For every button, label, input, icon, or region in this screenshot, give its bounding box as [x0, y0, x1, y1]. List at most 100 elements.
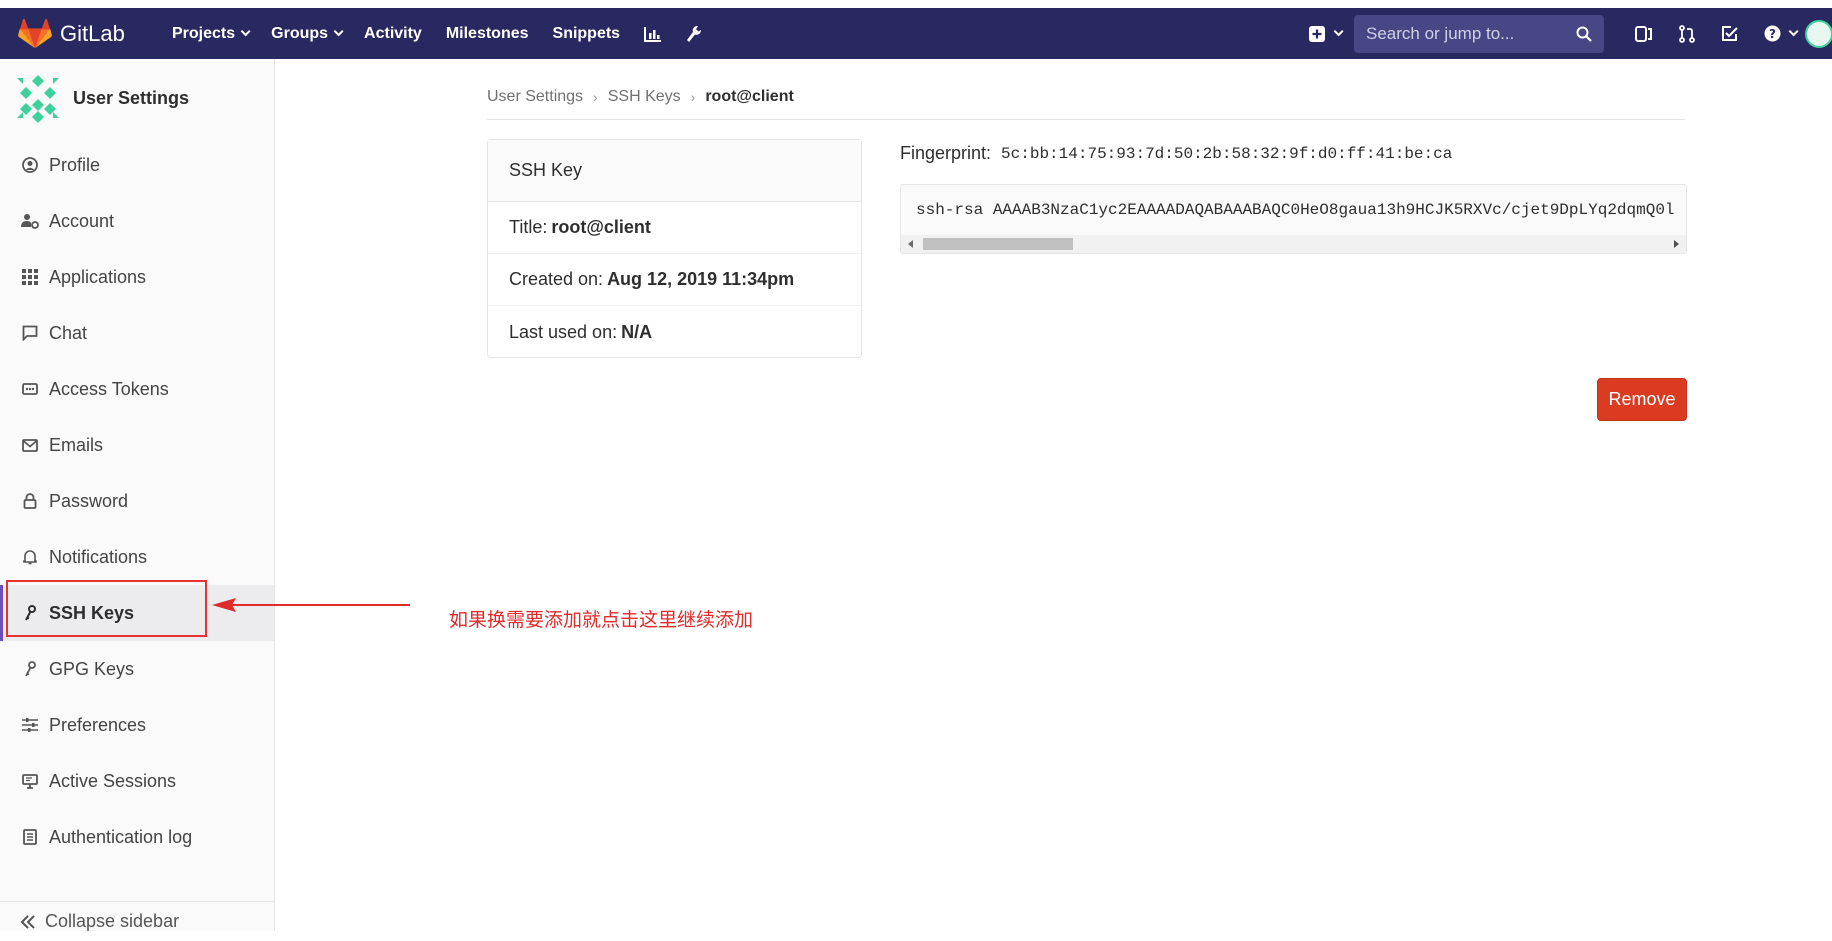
nav-activity-label: Activity	[364, 24, 422, 42]
breadcrumb-current[interactable]: root@client	[705, 88, 794, 106]
nav-groups-label: Groups	[271, 24, 329, 42]
user-avatar-icon	[13, 73, 63, 123]
window-top-strip	[0, 0, 1832, 8]
sidebar-title: User Settings	[73, 87, 190, 108]
collapse-sidebar-button[interactable]: Collapse sidebar	[0, 901, 275, 941]
sidebar-item-label: Emails	[49, 434, 104, 455]
sidebar-item-gpg-keys[interactable]: GPG Keys	[0, 641, 274, 697]
key-icon	[20, 603, 40, 623]
scrollbar-thumb[interactable]	[923, 238, 1073, 250]
key-title-value: root@client	[551, 217, 651, 237]
sidebar-item-preferences[interactable]: Preferences	[0, 697, 274, 753]
gitlab-brand[interactable]: GitLab	[0, 18, 150, 49]
key-last-used-row: Last used on: N/A	[488, 306, 861, 358]
plus-square-icon	[1309, 25, 1325, 42]
top-navbar: GitLab Projects Groups Activity Mileston…	[0, 8, 1832, 59]
wrench-icon[interactable]	[674, 8, 714, 59]
nav-activity[interactable]: Activity	[352, 8, 434, 59]
chevron-down-icon	[1788, 26, 1799, 37]
key-icon	[20, 659, 40, 679]
key-title-label: Title:	[509, 217, 548, 237]
sidebar-item-chat[interactable]: Chat	[0, 305, 274, 361]
key-title-row: Title: root@client	[488, 202, 861, 254]
sidebar-item-notifications[interactable]: Notifications	[0, 529, 274, 585]
ssh-key-text-box[interactable]: ssh-rsa AAAAB3NzaC1yc2EAAAADAQABAAABAQC0…	[900, 184, 1687, 254]
search-box[interactable]	[1354, 14, 1604, 53]
remove-button[interactable]: Remove	[1597, 378, 1687, 421]
merge-request-icon[interactable]	[1666, 8, 1708, 59]
sidebar-item-authentication-log[interactable]: Authentication log	[0, 809, 274, 865]
issues-icon[interactable]	[1622, 8, 1666, 59]
sidebar-item-label: Preferences	[49, 714, 147, 735]
key-last-used-value: N/A	[621, 321, 653, 342]
sliders-icon	[20, 715, 40, 735]
applications-icon	[20, 267, 40, 287]
nav-milestones-label: Milestones	[445, 24, 529, 42]
help-dropdown[interactable]: ?	[1751, 8, 1832, 59]
sidebar-item-label: Chat	[49, 322, 88, 343]
search-icon	[1576, 26, 1592, 42]
log-icon	[20, 827, 40, 847]
gitlab-logo-icon	[18, 18, 52, 48]
sidebar-item-label: Profile	[49, 154, 101, 175]
ssh-key-card: SSH Key Title: root@client Created on: A…	[487, 139, 862, 358]
help-icon: ?	[1764, 25, 1781, 42]
chevron-down-icon	[333, 26, 344, 37]
sidebar-item-account[interactable]: Account	[0, 193, 274, 249]
sidebar-item-label: Active Sessions	[49, 770, 177, 791]
avatar[interactable]	[1805, 19, 1832, 48]
sidebar-item-label: Access Tokens	[49, 378, 169, 399]
sidebar-item-access-tokens[interactable]: Access Tokens	[0, 361, 274, 417]
annotation-text: 如果换需要添加就点击这里继续添加	[449, 609, 754, 631]
svg-text:?: ?	[1769, 27, 1776, 41]
key-created-label: Created on:	[509, 269, 604, 289]
chat-icon	[20, 323, 40, 343]
chevron-down-icon	[240, 26, 251, 37]
sidebar-item-label: Notifications	[49, 546, 148, 567]
key-last-used-label: Last used on:	[509, 321, 618, 342]
nav-snippets-label: Snippets	[552, 24, 621, 42]
sidebar-item-applications[interactable]: Applications	[0, 249, 274, 305]
chevron-right-icon: ›	[593, 89, 598, 105]
fingerprint-label: Fingerprint:	[900, 143, 992, 163]
account-icon	[20, 211, 40, 231]
breadcrumb-ssh-keys[interactable]: SSH Keys	[608, 88, 681, 106]
sidebar-item-password[interactable]: Password	[0, 473, 274, 529]
brand-name: GitLab	[60, 20, 125, 46]
lock-icon	[20, 491, 40, 511]
bell-icon	[20, 547, 40, 567]
breadcrumb: User Settings › SSH Keys › root@client	[487, 75, 1685, 120]
nav-projects[interactable]: Projects	[160, 8, 259, 59]
chart-icon[interactable]	[632, 8, 674, 59]
card-title: SSH Key	[488, 140, 861, 202]
nav-groups[interactable]: Groups	[259, 8, 352, 59]
sidebar-item-profile[interactable]: Profile	[0, 137, 274, 193]
monitor-icon	[20, 771, 40, 791]
email-icon	[20, 435, 40, 455]
nav-snippets[interactable]: Snippets	[541, 8, 633, 59]
sidebar-item-active-sessions[interactable]: Active Sessions	[0, 753, 274, 809]
sidebar-header[interactable]: User Settings	[0, 59, 274, 137]
sidebar-item-emails[interactable]: Emails	[0, 417, 274, 473]
horizontal-scrollbar[interactable]	[901, 235, 1686, 253]
fingerprint-value: 5c:bb:14:75:93:7d:50:2b:58:32:9f:d0:ff:4…	[1001, 144, 1453, 163]
breadcrumb-user-settings[interactable]: User Settings	[487, 88, 583, 106]
nav-projects-label: Projects	[172, 24, 236, 42]
scroll-left-icon[interactable]	[908, 240, 913, 248]
todo-icon[interactable]	[1708, 8, 1751, 59]
nav-milestones[interactable]: Milestones	[434, 8, 541, 59]
key-created-value: Aug 12, 2019 11:34pm	[607, 269, 795, 289]
scroll-right-icon[interactable]	[1674, 240, 1679, 248]
sidebar-item-label: Account	[49, 210, 115, 231]
collapse-sidebar-label: Collapse sidebar	[45, 911, 180, 931]
profile-icon	[20, 155, 40, 175]
double-chevron-left-icon	[20, 914, 35, 929]
chevron-down-icon	[1333, 26, 1344, 37]
search-input[interactable]	[1366, 23, 1576, 44]
settings-sidebar: User Settings Profile Account Applicatio…	[0, 59, 275, 931]
new-item-dropdown[interactable]	[1295, 25, 1354, 42]
sidebar-item-label: SSH Keys	[49, 602, 135, 623]
token-icon	[20, 379, 40, 399]
annotation-arrow-icon	[212, 598, 410, 612]
sidebar-item-label: Authentication log	[49, 826, 193, 847]
